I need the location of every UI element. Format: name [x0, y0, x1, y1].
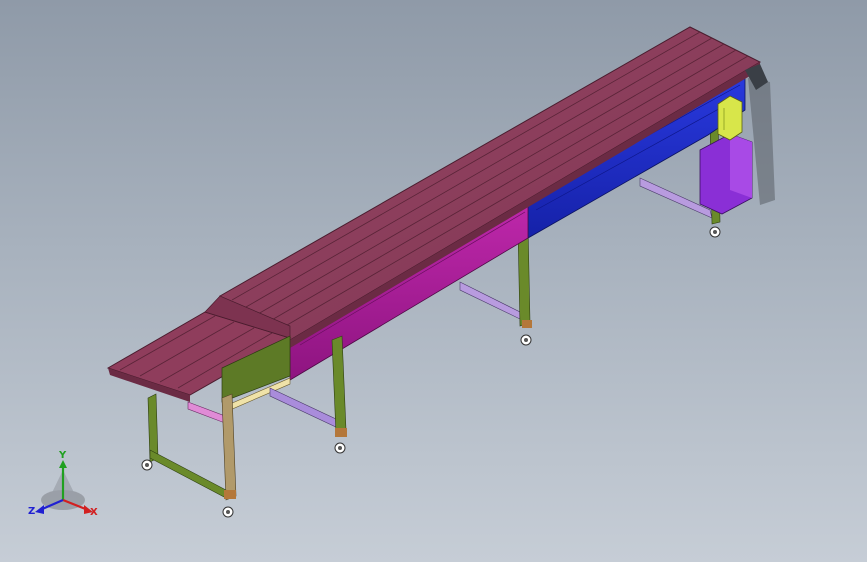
crossbar-infeed-pink	[187, 401, 226, 424]
conveyor-belt[interactable]	[106, 26, 762, 402]
graphics-viewport[interactable]: Y X Z	[0, 0, 867, 562]
view-orientation-triad[interactable]: Y X Z	[28, 450, 98, 518]
caster-mid-back-hub	[524, 338, 528, 342]
motor-housing-side	[730, 134, 752, 198]
leg-front-left-b	[221, 393, 237, 501]
crossbar-mid	[459, 281, 523, 321]
belt-main-surface	[219, 26, 762, 341]
belt-slat-line	[257, 43, 725, 315]
axis-z-label: Z	[28, 506, 35, 517]
axis-x-label: X	[90, 507, 98, 518]
caster-front-mid-hub	[338, 446, 342, 450]
foot-front-left-b	[224, 490, 236, 499]
axis-y-arrow-icon	[59, 460, 67, 468]
caster-front-left-a-hub	[145, 463, 149, 467]
foot-front-mid	[335, 428, 347, 437]
belt-slat-line	[281, 55, 749, 329]
crossbar-floor-front	[149, 449, 227, 499]
axis-y-label: Y	[58, 450, 67, 461]
caster-rear-right-hub	[713, 230, 717, 234]
axis-z-arrow-icon	[35, 505, 44, 514]
caster-front-left-b-hub	[226, 510, 230, 514]
gearbox	[717, 95, 743, 141]
crossbar-front-lavender	[269, 387, 339, 429]
model-canvas[interactable]: Y X Z	[0, 0, 867, 562]
belt-slat-line	[269, 49, 737, 322]
foot-mid-back	[522, 320, 532, 328]
